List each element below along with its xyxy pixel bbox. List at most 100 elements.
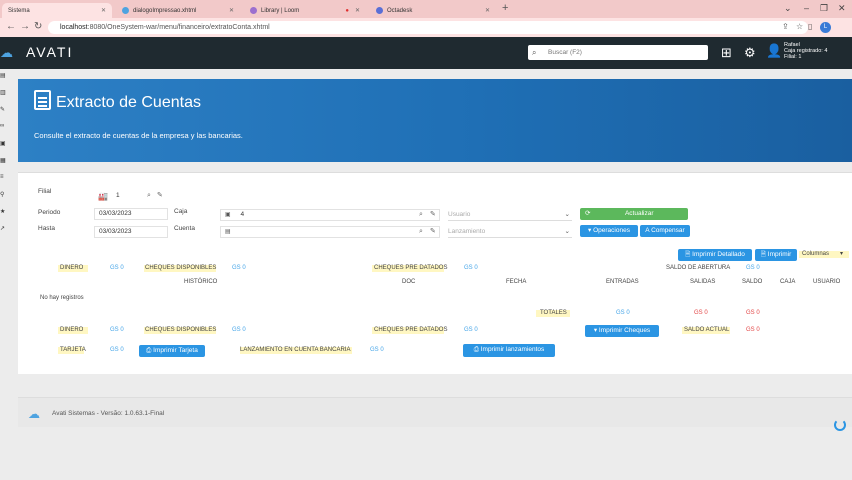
filial-value: 1 xyxy=(116,192,120,199)
caja-value: 4 xyxy=(240,211,245,218)
tab-label: Sistema xyxy=(8,7,30,14)
menu-icon[interactable]: ▤ xyxy=(0,72,6,89)
location-icon[interactable]: ⚲ xyxy=(0,191,6,208)
minimize-icon[interactable]: – xyxy=(804,3,809,13)
col-usuario[interactable]: USUARIO xyxy=(813,279,840,285)
restore-icon[interactable]: ❐ xyxy=(820,3,828,14)
url-path: :8080/OneSystem-war/menu/financeiro/extr… xyxy=(87,24,270,31)
totales-saldo: GS 0 xyxy=(746,310,760,316)
bank-card-icon: ▤ xyxy=(225,229,231,235)
usuario-select[interactable]: Usuario ⌄ xyxy=(448,209,572,221)
edit-icon[interactable]: ✎ xyxy=(430,210,436,220)
browser-tab-dialogo[interactable]: dialogoImpressao.xhtml ✕ xyxy=(116,3,240,18)
caja-input[interactable]: ▣ 4 ⌕ ✎ xyxy=(220,209,440,221)
edit-icon[interactable]: ✎ xyxy=(430,227,436,237)
global-search-input[interactable]: ⌕ Buscar (F2) xyxy=(528,45,708,60)
empty-message: No hay registros xyxy=(40,295,84,301)
imprimir-detallado-button[interactable]: 🗎 Imprimir Detallado xyxy=(678,249,752,261)
list-icon[interactable]: ≡ xyxy=(0,174,6,191)
a-compensar-button[interactable]: A Compensar xyxy=(640,225,690,237)
col-entradas[interactable]: ENTRADAS xyxy=(606,279,639,285)
hasta-value: 03/03/2023 xyxy=(99,228,132,235)
dinero-label: DINERO xyxy=(60,265,84,271)
close-icon[interactable]: ✕ xyxy=(485,7,490,14)
octadesk-icon xyxy=(376,7,383,14)
user-info[interactable]: Rafael Caja registrado: 4 Filial: 1 xyxy=(784,42,827,60)
saldo-apertura-label: SALDO DE ABERTURA xyxy=(666,265,731,271)
tab-label: Octadesk xyxy=(387,7,413,14)
chevron-down-icon[interactable]: ⌄ xyxy=(784,3,792,14)
app-logo[interactable]: AVATI xyxy=(26,44,73,60)
sidebar-icon[interactable]: ▯ xyxy=(808,22,812,31)
imprimir-lanzamientos-label: Imprimir lanzamientos xyxy=(480,346,545,353)
add-window-icon[interactable]: ⊞ xyxy=(721,45,732,61)
caret-down-icon: ▾ xyxy=(588,227,592,234)
chart-icon[interactable]: ▥ xyxy=(0,89,6,106)
cheques-disponibles-label: CHEQUES DISPONIBLES xyxy=(145,265,217,271)
edit-icon[interactable]: ✎ xyxy=(157,191,163,201)
recording-icon: ● xyxy=(345,7,349,14)
operaciones-button[interactable]: ▾ Operaciones xyxy=(580,225,638,237)
globe-icon xyxy=(122,7,129,14)
box-icon[interactable]: ▣ xyxy=(0,140,6,157)
lanzamiento-select[interactable]: Lanzamiento ⌄ xyxy=(448,226,572,238)
caret-down-icon[interactable]: ▾ xyxy=(840,250,843,257)
search-icon[interactable]: ⌕ xyxy=(419,210,423,220)
browser-tab-loom[interactable]: Library | Loom ● ✕ xyxy=(244,3,366,18)
imprimir-button[interactable]: 🗎 Imprimir xyxy=(755,249,797,261)
close-icon[interactable]: ✕ xyxy=(229,7,234,14)
link-icon[interactable]: ∞ xyxy=(0,123,6,140)
share-icon[interactable]: ⇪ xyxy=(782,22,789,31)
filial-input[interactable]: 1 ⌕ ✎ xyxy=(112,191,170,203)
document-icon[interactable]: ▦ xyxy=(0,157,6,174)
col-fecha[interactable]: FECHA xyxy=(506,279,526,285)
reload-icon[interactable]: ↻ xyxy=(34,21,42,32)
user-icon[interactable]: 👤 xyxy=(766,43,782,59)
back-icon[interactable]: ← xyxy=(6,21,16,32)
lanzamiento-cuenta-label: LANZAMIENTO EN CUENTA BANCARIA xyxy=(240,347,351,353)
document-icon xyxy=(34,90,51,110)
tools-icon[interactable]: ✎ xyxy=(0,106,6,123)
new-tab-icon[interactable]: + xyxy=(502,2,508,14)
loading-spinner-icon xyxy=(834,419,846,431)
periodo-date-input[interactable]: 03/03/2023 xyxy=(94,208,168,220)
col-saldo[interactable]: SALDO xyxy=(742,279,762,285)
caja-label: Caja xyxy=(174,208,188,215)
close-icon[interactable]: ✕ xyxy=(101,7,106,14)
totales-label: TOTALES xyxy=(540,310,567,316)
a-compensar-label: A Compensar xyxy=(645,227,685,234)
browser-tab-octadesk[interactable]: Octadesk ✕ xyxy=(370,3,496,18)
printer-icon: ⎙ xyxy=(473,346,479,353)
url-field[interactable]: localhost:8080/OneSystem-war/menu/financ… xyxy=(48,21,808,34)
graph-icon[interactable]: ↗ xyxy=(0,225,6,242)
imprimir-tarjeta-button[interactable]: ⎙ Imprimir Tarjeta xyxy=(139,345,205,357)
page-banner: Extracto de Cuentas Consulte el extracto… xyxy=(18,79,852,162)
search-icon: ⌕ xyxy=(532,48,537,57)
col-historico[interactable]: HISTÓRICO xyxy=(184,279,217,285)
actualizar-button[interactable]: ⟳ Actualizar xyxy=(580,208,688,220)
search-icon[interactable]: ⌕ xyxy=(419,227,423,237)
search-icon[interactable]: ⌕ xyxy=(147,191,151,201)
gear-icon[interactable]: ⚙ xyxy=(744,45,756,61)
lanzamiento-cuenta-value: GS 0 xyxy=(370,347,384,353)
star-icon[interactable]: ☆ xyxy=(796,22,803,31)
col-doc[interactable]: DOC xyxy=(402,279,415,285)
imprimir-detallado-label: Imprimir Detallado xyxy=(692,251,745,258)
chevron-down-icon: ⌄ xyxy=(564,228,570,235)
columnas-toggle[interactable]: Columnas xyxy=(802,251,829,257)
browser-tab-sistema[interactable]: Sistema ✕ xyxy=(2,3,112,18)
close-window-icon[interactable]: ✕ xyxy=(838,3,846,14)
profile-avatar[interactable]: L xyxy=(820,22,831,33)
imprimir-cheques-button[interactable]: ▾ Imprimir Cheques xyxy=(585,325,659,337)
close-icon[interactable]: ✕ xyxy=(355,7,360,14)
forward-icon[interactable]: → xyxy=(20,21,30,32)
col-caja[interactable]: CAJA xyxy=(780,279,795,285)
col-salidas[interactable]: SALIDAS xyxy=(690,279,715,285)
imprimir-lanzamientos-button[interactable]: ⎙ Imprimir lanzamientos xyxy=(463,344,555,357)
hasta-date-input[interactable]: 03/03/2023 xyxy=(94,226,168,238)
favorite-icon[interactable]: ★ xyxy=(0,208,6,225)
usuario-placeholder: Usuario xyxy=(448,211,471,218)
lanzamiento-placeholder: Lanzamiento xyxy=(448,228,486,235)
cheques-disponibles-label: CHEQUES DISPONIBLES xyxy=(145,327,217,333)
cuenta-input[interactable]: ▤ ⌕ ✎ xyxy=(220,226,440,238)
